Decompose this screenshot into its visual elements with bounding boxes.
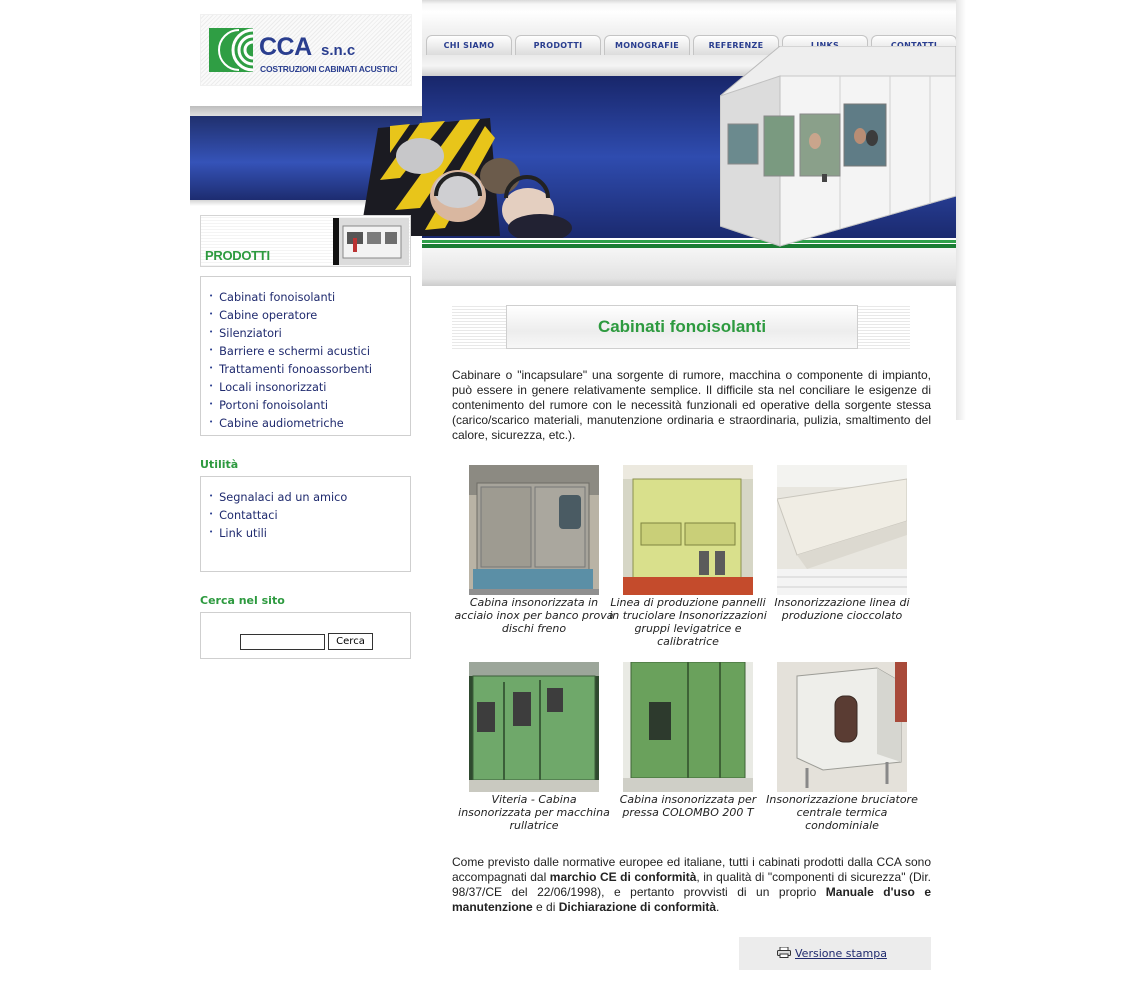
logo-suffix: s.n.c xyxy=(321,42,356,59)
nav-tab-monografie[interactable]: MONOGRAFIE xyxy=(604,35,690,55)
page-frame: CCA s.n.c COSTRUZIONI CABINATI ACUSTICI … xyxy=(190,0,957,997)
gallery-caption: Viteria - Cabina insonorizzata per macch… xyxy=(458,793,610,832)
banner-photo-booth-image xyxy=(720,46,956,247)
print-version-box: Versione stampa xyxy=(739,937,931,970)
product-link-trattamenti[interactable]: Trattamenti fonoassorbenti xyxy=(209,360,410,378)
gallery-item: Insonorizzazione linea di produzione cio… xyxy=(762,465,922,622)
gallery-item: Cabina insonorizzata in acciaio inox per… xyxy=(454,465,614,635)
title-bar-pattern-right xyxy=(858,305,910,349)
title-bar-pattern-left xyxy=(452,305,506,349)
search-title: Cerca nel sito xyxy=(200,594,285,607)
gallery-item: Viteria - Cabina insonorizzata per macch… xyxy=(454,662,614,832)
bold-text: marchio CE di conformità xyxy=(549,870,697,884)
banner-edge xyxy=(190,106,422,116)
gallery-photo-press-cabin-image[interactable] xyxy=(623,662,753,792)
utility-link-segnalaci[interactable]: Segnalaci ad un amico xyxy=(209,488,410,506)
text-segment: e di xyxy=(532,900,559,914)
product-link-cabine-operatore[interactable]: Cabine operatore xyxy=(209,306,410,324)
nav-tab-chi-siamo[interactable]: CHI SIAMO xyxy=(426,35,512,55)
product-link-portoni[interactable]: Portoni fonoisolanti xyxy=(209,396,410,414)
product-link-silenziatori[interactable]: Silenziatori xyxy=(209,324,410,342)
gallery-item: Insonorizzazione bruciatore centrale ter… xyxy=(762,662,922,832)
utility-box: Segnalaci ad un amico Contattaci Link ut… xyxy=(200,476,411,572)
text-segment: . xyxy=(716,900,720,914)
page-title: Cabinati fonoisolanti xyxy=(506,305,858,349)
sidebar-header-photo-image xyxy=(333,218,409,265)
gallery-caption: Insonorizzazione bruciatore centrale ter… xyxy=(766,793,918,832)
gallery-photo-rolling-machine-cabin-image[interactable] xyxy=(469,662,599,792)
printer-icon xyxy=(777,947,791,958)
logo-name: CCA xyxy=(259,33,312,61)
gallery-caption: Linea di produzione pannelli in truciola… xyxy=(609,596,767,648)
logo-tagline: COSTRUZIONI CABINATI ACUSTICI xyxy=(260,64,398,74)
product-link-cabine-audiometriche[interactable]: Cabine audiometriche xyxy=(209,414,410,432)
content-title-bar: Cabinati fonoisolanti xyxy=(452,305,912,349)
gallery-caption: Insonorizzazione linea di produzione cio… xyxy=(774,596,910,622)
logo-mark-icon xyxy=(209,28,253,72)
utility-link-link-utili[interactable]: Link utili xyxy=(209,524,410,542)
print-version-link[interactable]: Versione stampa xyxy=(795,947,887,960)
conformity-paragraph: Come previsto dalle normative europee ed… xyxy=(452,855,931,915)
products-list: Cabinati fonoisolanti Cabine operatore S… xyxy=(201,277,410,432)
bold-text: Dichiarazione di conformità xyxy=(558,900,717,914)
products-box: Cabinati fonoisolanti Cabine operatore S… xyxy=(200,276,411,436)
gallery-item: Cabina insonorizzata per pressa COLOMBO … xyxy=(608,662,768,819)
sidebar-section-title: PRODOTTI xyxy=(205,248,270,263)
gallery-caption: Cabina insonorizzata in acciaio inox per… xyxy=(454,596,614,635)
page-shadow xyxy=(956,0,966,420)
nav-tab-prodotti[interactable]: PRODOTTI xyxy=(515,35,601,55)
gallery-photo-production-line-image[interactable] xyxy=(623,465,753,595)
product-link-cabinati[interactable]: Cabinati fonoisolanti xyxy=(209,288,410,306)
product-link-locali[interactable]: Locali insonorizzati xyxy=(209,378,410,396)
gallery-photo-steel-cabin-image[interactable] xyxy=(469,465,599,595)
utility-link-contattaci[interactable]: Contattaci xyxy=(209,506,410,524)
search-button[interactable]: Cerca xyxy=(328,633,373,650)
utility-title: Utilità xyxy=(200,458,239,471)
intro-paragraph: Cabinare o "incapsulare" una sorgente di… xyxy=(452,368,931,442)
gallery-photo-chocolate-line-image[interactable] xyxy=(777,465,907,595)
search-input[interactable] xyxy=(240,634,325,650)
product-link-barriere[interactable]: Barriere e schermi acustici xyxy=(209,342,410,360)
gallery-caption: Cabina insonorizzata per pressa COLOMBO … xyxy=(619,793,757,819)
gallery-item: Linea di produzione pannelli in truciola… xyxy=(608,465,768,648)
sidebar-section-header: PRODOTTI xyxy=(200,215,411,267)
gallery-photo-burner-cabin-image[interactable] xyxy=(777,662,907,792)
utility-list: Segnalaci ad un amico Contattaci Link ut… xyxy=(201,477,410,542)
search-box: Cerca xyxy=(200,612,411,659)
